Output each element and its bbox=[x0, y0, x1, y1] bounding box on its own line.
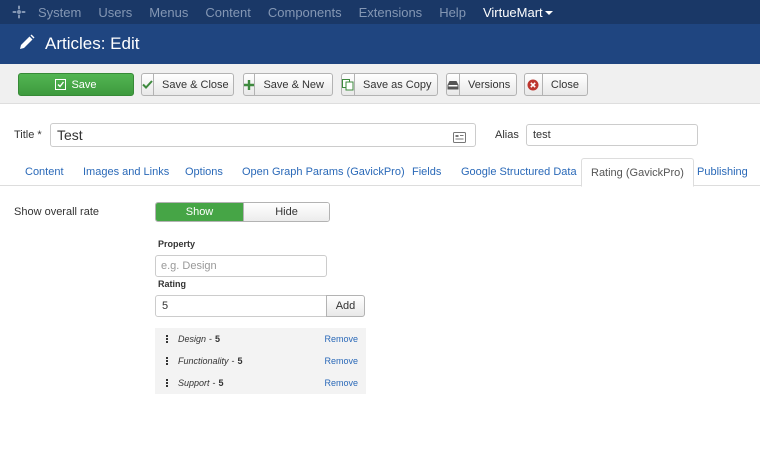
save-close-button[interactable]: Save & Close bbox=[141, 73, 234, 96]
show-hide-toggle: Show Hide bbox=[155, 202, 330, 222]
property-label: Property bbox=[158, 239, 196, 249]
drag-handle-icon[interactable] bbox=[155, 335, 178, 343]
copy-icon bbox=[342, 74, 355, 95]
tab-images-and-links[interactable]: Images and Links bbox=[83, 158, 169, 186]
add-button[interactable]: Add bbox=[326, 295, 365, 317]
menu-extensions[interactable]: Extensions bbox=[359, 5, 423, 20]
save-icon bbox=[55, 74, 67, 95]
field-edit-icon[interactable] bbox=[453, 130, 466, 146]
close-button[interactable]: Close bbox=[524, 73, 588, 96]
item-separator: - bbox=[231, 356, 235, 366]
tab-content[interactable]: Content bbox=[25, 158, 64, 186]
pencil-icon bbox=[18, 34, 35, 54]
versions-button[interactable]: Versions bbox=[446, 73, 517, 96]
page-title: Articles: Edit bbox=[45, 34, 140, 53]
save-close-label: Save & Close bbox=[162, 78, 229, 91]
check-icon bbox=[142, 74, 154, 95]
versions-label: Versions bbox=[468, 78, 511, 91]
rating-label: Rating bbox=[158, 279, 186, 289]
property-placeholder: e.g. Design bbox=[161, 260, 217, 272]
remove-link[interactable]: Remove bbox=[324, 378, 358, 388]
save-new-button[interactable]: Save & New bbox=[243, 73, 333, 96]
save-new-label: Save & New bbox=[263, 78, 324, 91]
close-label: Close bbox=[550, 78, 579, 91]
item-score: 5 bbox=[215, 334, 221, 344]
rating-list: Design - 5 Remove Functionality - 5 Remo… bbox=[155, 328, 366, 394]
tab-bar: Content Images and Links Options Open Gr… bbox=[0, 158, 760, 187]
archive-icon bbox=[447, 74, 460, 95]
menu-users[interactable]: Users bbox=[98, 5, 132, 20]
menu-content[interactable]: Content bbox=[205, 5, 251, 20]
item-score: 5 bbox=[237, 356, 243, 366]
title-label: Title * bbox=[14, 129, 42, 141]
menu-components[interactable]: Components bbox=[268, 5, 342, 20]
item-name: Functionality bbox=[178, 356, 229, 366]
rating-value: 5 bbox=[162, 300, 169, 312]
rating-input[interactable]: 5 bbox=[155, 295, 327, 317]
menu-help[interactable]: Help bbox=[439, 5, 466, 20]
hide-button[interactable]: Hide bbox=[243, 203, 329, 221]
menu-virtuemart[interactable]: VirtueMart bbox=[483, 5, 553, 20]
tab-publishing[interactable]: Publishing bbox=[697, 158, 748, 186]
alias-input[interactable]: test bbox=[526, 124, 698, 146]
save-button[interactable]: Save bbox=[18, 73, 134, 96]
tab-rating[interactable]: Rating (GavickPro) bbox=[581, 158, 694, 187]
page-header: Articles: Edit bbox=[0, 24, 760, 64]
title-value: Test bbox=[57, 127, 83, 143]
item-name: Support bbox=[178, 378, 210, 388]
show-button[interactable]: Show bbox=[156, 203, 243, 221]
save-as-copy-button[interactable]: Save as Copy bbox=[341, 73, 438, 96]
list-item[interactable]: Support - 5 Remove bbox=[155, 372, 366, 394]
cancel-icon bbox=[525, 74, 543, 95]
drag-handle-icon[interactable] bbox=[155, 379, 178, 387]
show-overall-rate-label: Show overall rate bbox=[14, 206, 99, 218]
alias-label: Alias bbox=[495, 129, 519, 141]
alias-value: test bbox=[533, 129, 551, 141]
joomla-logo-icon[interactable] bbox=[0, 0, 38, 24]
item-separator: - bbox=[209, 334, 213, 344]
menu-system[interactable]: System bbox=[38, 5, 81, 20]
item-separator: - bbox=[212, 378, 216, 388]
remove-link[interactable]: Remove bbox=[324, 356, 358, 366]
item-score: 5 bbox=[218, 378, 224, 388]
item-name: Design bbox=[178, 334, 207, 344]
tab-options[interactable]: Options bbox=[185, 158, 223, 186]
menu-menus[interactable]: Menus bbox=[149, 5, 188, 20]
tab-google-structured-data[interactable]: Google Structured Data bbox=[461, 158, 577, 186]
save-as-copy-label: Save as Copy bbox=[363, 78, 432, 91]
menu-virtuemart-label: VirtueMart bbox=[482, 4, 543, 20]
drag-handle-icon[interactable] bbox=[155, 357, 178, 365]
top-menu-bar: System Users Menus Content Components Ex… bbox=[0, 0, 760, 24]
plus-icon bbox=[244, 74, 256, 95]
caret-down-icon bbox=[544, 11, 553, 16]
property-input[interactable]: e.g. Design bbox=[155, 255, 327, 277]
save-label: Save bbox=[71, 78, 97, 91]
remove-link[interactable]: Remove bbox=[324, 334, 358, 344]
list-item[interactable]: Design - 5 Remove bbox=[155, 328, 366, 350]
tab-fields[interactable]: Fields bbox=[412, 158, 441, 186]
tab-open-graph-params[interactable]: Open Graph Params (GavickPro) bbox=[242, 158, 405, 186]
toolbar: Save Save & Close Save & New Save as Cop… bbox=[0, 64, 760, 104]
title-input[interactable]: Test bbox=[50, 123, 476, 147]
list-item[interactable]: Functionality - 5 Remove bbox=[155, 350, 366, 372]
